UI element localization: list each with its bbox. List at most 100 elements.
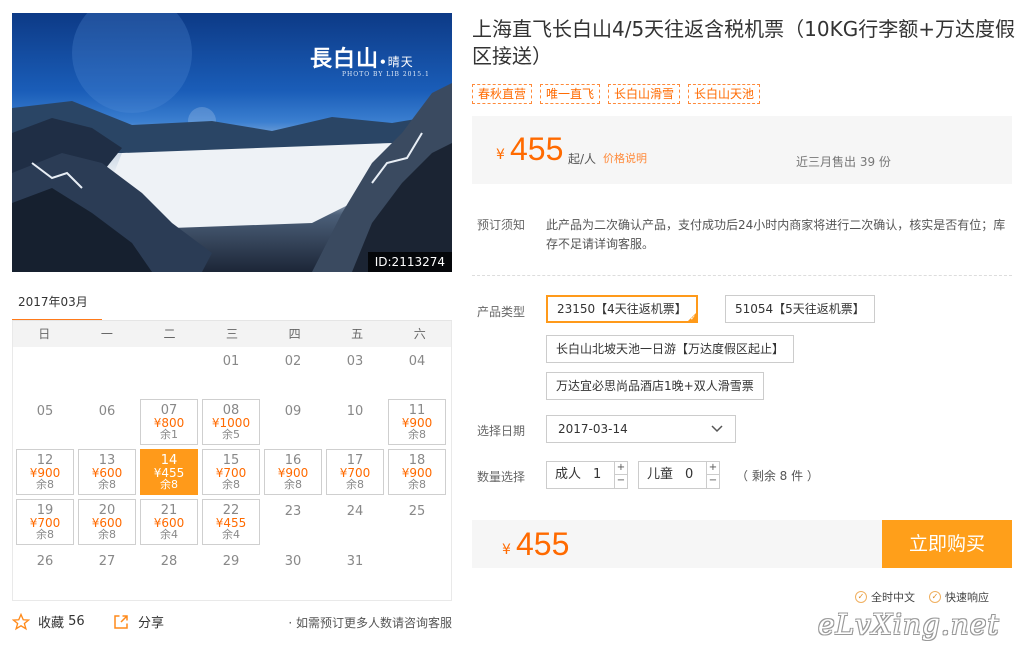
check-circle-icon: ✓ (855, 591, 867, 603)
calendar-day: 03 (326, 349, 384, 395)
option-label: 51054【5天往返机票】 (735, 302, 865, 316)
price-unit: 起/人 (568, 152, 597, 166)
share-button[interactable]: 分享 (112, 612, 164, 631)
quantity-label: 数量选择 (477, 470, 526, 484)
weekday-wed: 三 (226, 327, 239, 341)
child-value[interactable]: 0 (685, 462, 693, 488)
badge-label: 全时中文 (871, 591, 915, 604)
calendar-day: 27 (78, 549, 136, 595)
calendar-day: 25 (388, 499, 446, 545)
chevron-down-icon (711, 425, 723, 433)
day-remaining: 余8 (160, 478, 178, 491)
day-number: 03 (346, 354, 364, 369)
check-circle-icon: ✓ (929, 591, 941, 603)
calendar-day-empty (16, 349, 74, 395)
day-remaining: 余8 (408, 478, 426, 491)
option-hotel-ski-package[interactable]: 万达宜必思尚品酒店1晚+双人滑雪票 (546, 372, 764, 400)
weekday-sun: 日 (38, 327, 51, 341)
tag-item[interactable]: 唯一直飞 (540, 84, 601, 104)
child-minus-button[interactable]: − (707, 475, 719, 488)
calendar-day[interactable]: 20 ¥600 余8 (78, 499, 136, 545)
calendar-weekday-header: 日 一 二 三 四 五 六 (13, 321, 451, 347)
sold-count: 近三月售出 39 份 (796, 155, 891, 169)
day-remaining: 余8 (36, 478, 54, 491)
checkmark-icon: ✓ (689, 314, 696, 322)
option-4day-ticket[interactable]: 23150【4天往返机票】 ✓ (546, 295, 698, 323)
weekday-mon: 一 (100, 327, 113, 341)
day-remaining: 余8 (346, 478, 364, 491)
consult-note: · 如需预订更多人数请咨询客服 (288, 616, 452, 630)
calendar-day[interactable]: 16 ¥900 余8 (264, 449, 322, 495)
day-remaining: 余4 (222, 528, 240, 541)
day-number: 26 (36, 554, 54, 569)
buy-now-button[interactable]: 立即购买 (882, 520, 1012, 568)
calendar-day-selected[interactable]: 14 ¥455 余8 (140, 449, 198, 495)
day-number: 06 (98, 404, 116, 419)
price-explain-link[interactable]: 价格说明 (603, 150, 647, 166)
buy-bar: ¥ 455 立即购买 (472, 520, 1012, 568)
calendar-day[interactable]: 11 ¥900 余8 (388, 399, 446, 445)
adult-plus-button[interactable]: + (615, 462, 627, 475)
calendar-day-grid: 01 02 03 04 05 06 07 ¥800 余1 08 ¥1000 余5 09 10 11 ¥900 余… (13, 347, 451, 597)
adult-stepper-buttons: + − (614, 462, 627, 488)
day-number: 09 (284, 404, 302, 419)
day-number: 02 (284, 354, 302, 369)
calendar-day[interactable]: 19 ¥700 余8 (16, 499, 74, 545)
adult-quantity-stepper[interactable]: 成人 1 + − (546, 461, 628, 489)
total-currency: ¥ (502, 542, 511, 558)
day-remaining: 余1 (160, 428, 178, 441)
calendar-day: 26 (16, 549, 74, 595)
weekday-sat: 六 (413, 327, 426, 341)
tag-item[interactable]: 长白山滑雪 (608, 84, 681, 104)
calendar-day[interactable]: 21 ¥600 余4 (140, 499, 198, 545)
option-5day-ticket[interactable]: 51054【5天往返机票】 (725, 295, 875, 323)
tag-item[interactable]: 长白山天池 (688, 84, 761, 104)
child-stepper-buttons: + − (706, 462, 719, 488)
calendar-day: 01 (202, 349, 260, 395)
child-plus-button[interactable]: + (707, 462, 719, 475)
product-tags: 春秋直营 唯一直飞 长白山滑雪 长白山天池 (472, 84, 761, 104)
calendar-day: 29 (202, 549, 260, 595)
calendar-day: 28 (140, 549, 198, 595)
date-select[interactable]: 2017-03-14 (546, 415, 736, 443)
calendar-day[interactable]: 08 ¥1000 余5 (202, 399, 260, 445)
share-icon (114, 614, 128, 629)
day-remaining: 余8 (98, 528, 116, 541)
calendar-day-empty (140, 349, 198, 395)
calendar-day[interactable]: 13 ¥600 余8 (78, 449, 136, 495)
remaining-stock: （ 剩余 8 件 ） (736, 469, 819, 483)
calendar-day[interactable]: 15 ¥700 余8 (202, 449, 260, 495)
day-number: 27 (98, 554, 116, 569)
adult-value[interactable]: 1 (593, 462, 601, 488)
calendar-day[interactable]: 07 ¥800 余1 (140, 399, 198, 445)
calendar-day[interactable]: 17 ¥700 余8 (326, 449, 384, 495)
calendar-day: 23 (264, 499, 322, 545)
child-label: 儿童 (647, 467, 674, 482)
favorite-button[interactable]: 收藏 56 (12, 612, 85, 631)
calendar-day[interactable]: 12 ¥900 余8 (16, 449, 74, 495)
day-number: 24 (346, 504, 364, 519)
calendar-day[interactable]: 22 ¥455 余4 (202, 499, 260, 545)
day-remaining: 余8 (222, 478, 240, 491)
product-type-label: 产品类型 (477, 305, 526, 319)
adult-label: 成人 (555, 467, 582, 482)
day-number: 10 (346, 404, 364, 419)
star-icon (12, 612, 30, 630)
calendar-day[interactable]: 18 ¥900 余8 (388, 449, 446, 495)
adult-minus-button[interactable]: − (615, 475, 627, 488)
option-tianchi-day-tour[interactable]: 长白山北坡天池一日游【万达度假区起止】 (546, 335, 795, 363)
day-number: 28 (160, 554, 178, 569)
day-remaining: 余8 (98, 478, 116, 491)
calendar-day: 04 (388, 349, 446, 395)
day-number: 29 (222, 554, 240, 569)
hero-photo-credit: PHOTO BY LIB 2015.1 (342, 71, 430, 78)
calendar-day: 24 (326, 499, 384, 545)
day-number: 25 (408, 504, 426, 519)
calendar-month-tab[interactable]: 2017年03月 (12, 292, 102, 322)
tag-item[interactable]: 春秋直营 (472, 84, 533, 104)
child-quantity-stepper[interactable]: 儿童 0 + − (638, 461, 720, 489)
notice-text: 此产品为二次确认产品，支付成功后24小时内商家将进行二次确认，核实是否有位；库存… (546, 218, 1006, 251)
favorite-label: 收藏 (38, 616, 65, 631)
favorite-count: 56 (68, 614, 85, 629)
weekday-tue: 二 (163, 327, 176, 341)
